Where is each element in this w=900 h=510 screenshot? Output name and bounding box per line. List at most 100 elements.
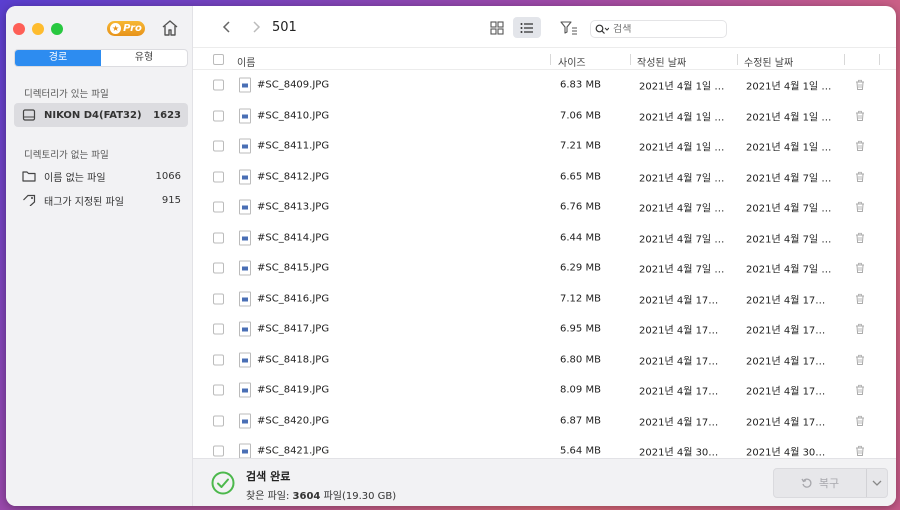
trash-icon[interactable] <box>855 385 865 396</box>
row-checkbox[interactable] <box>213 293 224 305</box>
trash-icon[interactable] <box>855 171 865 182</box>
trash-icon[interactable] <box>855 354 865 365</box>
zoom-window-button[interactable] <box>51 23 63 35</box>
sidebar-item-unnamed-files[interactable]: 이름 없는 파일 1066 <box>14 164 188 188</box>
file-modified-date: 2021년 4월 17일 오... <box>746 295 832 307</box>
file-name: #SC_8421.JPG <box>257 445 330 457</box>
file-created-date: 2021년 4월 30일... <box>639 447 725 458</box>
image-file-icon <box>239 291 251 307</box>
tab-path[interactable]: 경로 <box>15 50 101 66</box>
tab-type[interactable]: 유형 <box>101 50 187 66</box>
table-row[interactable]: #SC_8421.JPG 5.64 MB 2021년 4월 30일... 2021년 … <box>193 436 896 458</box>
close-window-button[interactable] <box>13 23 25 35</box>
image-file-icon <box>239 138 251 154</box>
file-created-date: 2021년 4월 1일 오... <box>639 81 725 93</box>
file-size: 6.83 MB <box>560 79 601 91</box>
row-checkbox[interactable] <box>213 384 224 396</box>
table-row[interactable]: #SC_8420.JPG 6.87 MB 2021년 4월 17일 오... 2021… <box>193 406 896 437</box>
column-divider[interactable] <box>737 54 738 65</box>
drive-icon <box>21 108 37 122</box>
column-header-size[interactable]: 사이즈 <box>558 54 586 69</box>
file-modified-date: 2021년 4월 17일 오... <box>746 417 832 429</box>
image-file-icon <box>239 230 251 246</box>
row-checkbox[interactable] <box>213 171 224 183</box>
table-row[interactable]: #SC_8413.JPG 6.76 MB 2021년 4월 7일 오... 2021년… <box>193 192 896 223</box>
file-size: 5.64 MB <box>560 445 601 457</box>
file-created-date: 2021년 4월 17일 오... <box>639 325 725 337</box>
section-label-without-directory: 디렉토리가 없는 파일 <box>24 150 109 161</box>
table-row[interactable]: #SC_8411.JPG 7.21 MB 2021년 4월 1일 오... 2021년… <box>193 131 896 162</box>
column-header-created[interactable]: 작성된 날짜 <box>637 54 686 69</box>
file-name: #SC_8409.JPG <box>257 79 330 91</box>
table-row[interactable]: #SC_8412.JPG 6.65 MB 2021년 4월 7일 오... 2021년… <box>193 162 896 193</box>
column-divider[interactable] <box>630 54 631 65</box>
column-header-name[interactable]: 이름 <box>237 54 255 69</box>
image-file-icon <box>239 108 251 124</box>
trash-icon[interactable] <box>855 80 865 91</box>
row-checkbox[interactable] <box>213 415 224 427</box>
row-checkbox[interactable] <box>213 140 224 152</box>
row-checkbox[interactable] <box>213 201 224 213</box>
forward-button[interactable] <box>249 20 263 34</box>
row-checkbox[interactable] <box>213 110 224 122</box>
recover-options-button[interactable] <box>867 479 887 487</box>
image-file-icon <box>239 321 251 337</box>
found-label: 찾은 파일: <box>246 491 290 502</box>
column-divider[interactable] <box>844 54 845 65</box>
row-checkbox[interactable] <box>213 323 224 335</box>
search-box[interactable] <box>590 20 727 38</box>
table-row[interactable]: #SC_8414.JPG 6.44 MB 2021년 4월 7일 오... 2021년… <box>193 223 896 254</box>
file-modified-date: 2021년 4월 1일 오... <box>746 142 832 154</box>
trash-icon[interactable] <box>855 324 865 335</box>
file-name: #SC_8417.JPG <box>257 323 330 335</box>
file-size: 6.29 MB <box>560 262 601 274</box>
back-button[interactable] <box>220 20 234 34</box>
trash-icon[interactable] <box>855 293 865 304</box>
filter-button[interactable] <box>559 19 579 37</box>
file-created-date: 2021년 4월 17일 오... <box>639 295 725 307</box>
column-divider[interactable] <box>879 54 880 65</box>
table-row[interactable]: #SC_8417.JPG 6.95 MB 2021년 4월 17일 오... 2021… <box>193 314 896 345</box>
trash-icon[interactable] <box>855 446 865 457</box>
table-row[interactable]: #SC_8415.JPG 6.29 MB 2021년 4월 7일 오... 2021년… <box>193 253 896 284</box>
file-created-date: 2021년 4월 17일 오... <box>639 386 725 398</box>
trash-icon[interactable] <box>855 263 865 274</box>
table-row[interactable]: #SC_8409.JPG 6.83 MB 2021년 4월 1일 오... 2021년… <box>193 70 896 101</box>
sidebar-item-tagged-files[interactable]: 태그가 지정된 파일 915 <box>14 188 188 212</box>
list-view-button[interactable] <box>513 17 541 38</box>
sidebar-item-nikon-drive[interactable]: NIKON D4(FAT32) 1623 <box>14 103 188 127</box>
pro-badge[interactable]: ★ Pro <box>107 21 145 36</box>
trash-icon[interactable] <box>855 415 865 426</box>
row-checkbox[interactable] <box>213 354 224 366</box>
table-row[interactable]: #SC_8416.JPG 7.12 MB 2021년 4월 17일 오... 2021… <box>193 284 896 315</box>
file-created-date: 2021년 4월 17일 오... <box>639 356 725 368</box>
row-checkbox[interactable] <box>213 262 224 274</box>
trash-icon[interactable] <box>855 202 865 213</box>
minimize-window-button[interactable] <box>32 23 44 35</box>
row-checkbox[interactable] <box>213 79 224 91</box>
row-checkbox[interactable] <box>213 445 224 457</box>
trash-icon[interactable] <box>855 110 865 121</box>
column-divider[interactable] <box>550 54 551 65</box>
file-modified-date: 2021년 4월 30일... <box>746 447 832 458</box>
grid-view-button[interactable] <box>483 17 511 38</box>
home-icon <box>162 20 178 36</box>
recover-button[interactable]: 복구 <box>773 468 888 498</box>
table-row[interactable]: #SC_8418.JPG 6.80 MB 2021년 4월 17일 오... 2021… <box>193 345 896 376</box>
image-file-icon <box>239 77 251 93</box>
search-input[interactable] <box>613 23 713 35</box>
file-modified-date: 2021년 4월 1일 오... <box>746 81 832 93</box>
select-all-checkbox[interactable] <box>213 54 224 65</box>
recover-button-main[interactable]: 복구 <box>774 469 867 497</box>
row-checkbox[interactable] <box>213 232 224 244</box>
file-size: 6.76 MB <box>560 201 601 213</box>
image-file-icon <box>239 413 251 429</box>
table-row[interactable]: #SC_8419.JPG 8.09 MB 2021년 4월 17일 오... 2021… <box>193 375 896 406</box>
home-button[interactable] <box>159 17 181 39</box>
table-row[interactable]: #SC_8410.JPG 7.06 MB 2021년 4월 1일 오... 2021년… <box>193 101 896 132</box>
column-header-modified[interactable]: 수정된 날짜 <box>744 54 793 69</box>
trash-icon[interactable] <box>855 232 865 243</box>
toolbar: 501 <box>193 6 896 48</box>
status-bar: 검색 완료 찾은 파일: 3604 파일(19.30 GB) 복구 <box>193 458 896 506</box>
trash-icon[interactable] <box>855 141 865 152</box>
